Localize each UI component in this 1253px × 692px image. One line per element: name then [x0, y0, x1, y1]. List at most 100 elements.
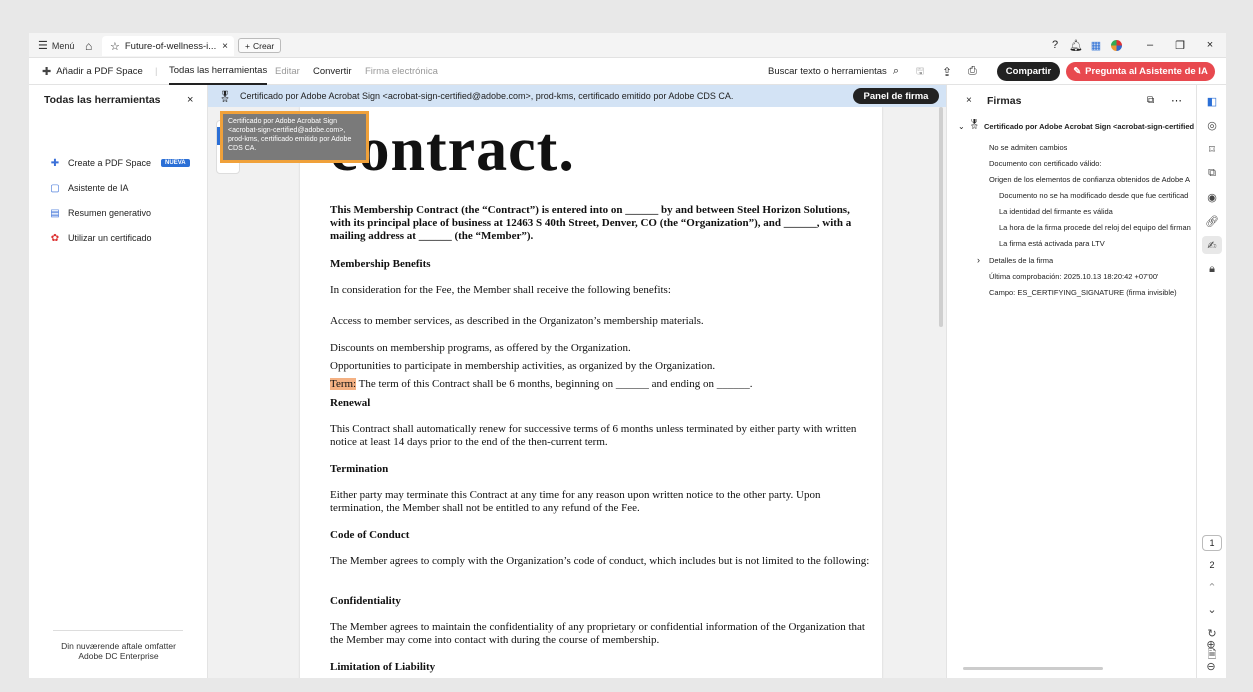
heading-renewal: Renewal [330, 397, 371, 409]
tab-all-tools[interactable]: Todas las herramientas [169, 58, 268, 85]
new-badge: NUEVA [161, 159, 190, 167]
benefits-intro: In consideration for the Fee, the Member… [330, 284, 671, 296]
title-bar: ☰ Menú ⌂ ☆ Future-of-wellness-i... × + C… [29, 33, 1226, 58]
comment-icon[interactable]: ◎ [1202, 116, 1222, 134]
footer-divider [53, 630, 183, 631]
plan-footer: Din nuværende aftale omfatter Adobe DC E… [29, 641, 208, 661]
signature-details-toggle[interactable]: Detalles de la firma [989, 256, 1053, 265]
restore-icon[interactable]: ❐ [1173, 38, 1187, 52]
minimize-icon[interactable]: – [1143, 38, 1157, 52]
summary-icon: ▤ [50, 207, 60, 219]
status-line: Origen de los elementos de confianza obt… [989, 175, 1190, 184]
termination-paragraph: Either party may terminate this Contract… [330, 489, 821, 514]
more-options-icon[interactable]: ⋯ [1171, 94, 1182, 107]
menu-button[interactable]: ☰ Menú [38, 33, 74, 58]
signature-panel-icon[interactable]: ✍︎ [1202, 236, 1222, 254]
document-scrollbar[interactable] [939, 107, 943, 327]
pages-icon[interactable]: ⧉ [1202, 164, 1222, 182]
certificate-banner-text: Certificado por Adobe Acrobat Sign <acro… [239, 91, 734, 101]
field-line: Campo: ES_CERTIFYING_SIGNATURE (firma in… [989, 288, 1177, 297]
panel-horizontal-scrollbar[interactable] [963, 667, 1103, 670]
tool-label: Resumen generativo [68, 208, 152, 218]
heading-liability: Limitation of Liability [330, 661, 436, 673]
last-check-line: Última comprobación: 2025.10.13 18:20:42… [989, 272, 1159, 281]
close-panel-icon[interactable]: × [187, 94, 193, 106]
cert-signature-title[interactable]: Certificado por Adobe Acrobat Sign <acro… [984, 122, 1194, 131]
new-tab-button[interactable]: + Crear [238, 38, 282, 53]
chevron-right-icon[interactable]: › [977, 255, 980, 265]
intro-paragraph: This Membership Contract (the “Contract”… [330, 204, 852, 242]
benefit-1: Access to member services, as described … [330, 315, 704, 327]
chevron-down-icon[interactable]: ⌄ [1202, 600, 1222, 618]
heading-conduct: Code of Conduct [330, 529, 410, 541]
avatar[interactable] [1109, 38, 1123, 52]
toolbar-divider: | [155, 66, 158, 77]
close-signatures-icon[interactable]: × [966, 95, 972, 106]
tool-label: Create a PDF Space [68, 158, 152, 168]
tool-ai-assistant[interactable]: ▢ Asistente de IA [49, 181, 129, 195]
term-paragraph: Term: The term of this Contract shall be… [330, 378, 870, 391]
signature-panel-button[interactable]: Panel de firma [853, 88, 939, 104]
benefit-3: Opportunities to participate in membersh… [330, 360, 716, 372]
ai-assistant-icon[interactable]: ◧ [1202, 92, 1222, 110]
ask-ai-button[interactable]: ✎ Pregunta al Asistente de IA [1066, 62, 1215, 81]
term-highlight: Term: [330, 378, 357, 390]
ai-assistant-icon: ✎ [1073, 66, 1082, 77]
close-tab-icon[interactable]: × [222, 41, 228, 52]
tab-esign[interactable]: Firma electrónica [365, 58, 438, 85]
add-to-pdf-space-button[interactable]: ✚ Añadir a PDF Space [42, 58, 143, 85]
save-icon[interactable]: 🖫︎ [916, 58, 924, 85]
add-to-pdf-space-label: Añadir a PDF Space [56, 66, 143, 77]
certificate-icon: ✿ [50, 232, 60, 244]
share-button[interactable]: Compartir [997, 62, 1060, 81]
tool-label: Asistente de IA [68, 183, 129, 193]
heading-benefits: Membership Benefits [330, 258, 431, 270]
pdf-page: contract. This Membership Contract (the … [300, 107, 882, 678]
document-viewer: contract. This Membership Contract (the … [208, 85, 946, 678]
help-icon[interactable]: ? [1048, 38, 1062, 52]
status-line: Documento con certificado válido: [989, 159, 1102, 168]
confidentiality-paragraph: The Member agrees to maintain the confid… [330, 621, 865, 646]
tab-convert[interactable]: Convertir [313, 58, 352, 85]
print-icon[interactable]: ⎙ [968, 58, 977, 85]
page-1-indicator[interactable]: 1 [1202, 535, 1222, 551]
home-icon[interactable]: ⌂ [85, 33, 92, 58]
certificate-tooltip: Certificado por Adobe Acrobat Sign <acro… [220, 111, 369, 163]
star-icon[interactable]: ☆ [110, 40, 120, 53]
chevron-up-icon[interactable]: ⌃ [1202, 578, 1222, 596]
tool-generative-summary[interactable]: ▤ Resumen generativo [49, 206, 151, 220]
bookmark-icon[interactable]: ⌑ [1202, 140, 1222, 158]
tool-label: Utilizar un certificado [68, 233, 152, 243]
plus-icon: + [245, 40, 250, 51]
tool-create-pdf-space[interactable]: ✚ Create a PDF Space NUEVA [49, 156, 190, 170]
status-subline: La identidad del firmante es válida [999, 207, 1113, 216]
notification-bell-icon[interactable]: 🔔︎ [1069, 38, 1083, 52]
search-tools-button[interactable]: Buscar texto o herramientas ⌕ [768, 58, 899, 85]
tool-use-certificate[interactable]: ✿ Utilizar un certificado [49, 231, 152, 245]
zoom-in-icon[interactable]: ⊕ [1201, 636, 1221, 652]
chevron-down-icon[interactable]: ⌄ [958, 122, 965, 131]
apps-grid-icon[interactable]: ▦ [1089, 38, 1103, 52]
attachment-icon[interactable]: 🔗︎ [1202, 212, 1222, 230]
renewal-paragraph: This Contract shall automatically renew … [330, 423, 857, 448]
tab-edit[interactable]: Editar [275, 58, 300, 85]
status-subline: La firma está activada para LTV [999, 239, 1105, 248]
benefit-2: Discounts on membership programs, as off… [330, 342, 631, 354]
signature-options-icon[interactable]: ⧉ [1147, 95, 1154, 106]
status-line: No se admiten cambios [989, 143, 1068, 152]
close-window-icon[interactable]: × [1203, 38, 1217, 52]
page-2-indicator[interactable]: 2 [1202, 557, 1222, 573]
right-tool-strip: ◧ ◎ ⌑ ⧉ ◉ 🔗︎ ✍︎ 🔒︎ 1 2 ⌃ ⌄ ↻ 🗎︎ [1196, 85, 1226, 678]
certificate-ribbon-icon: 🎖︎ [218, 90, 232, 103]
zoom-out-icon[interactable]: ⊖ [1201, 658, 1221, 674]
lock-icon[interactable]: 🔒︎ [1202, 260, 1222, 278]
hamburger-icon: ☰ [38, 40, 48, 52]
upload-icon[interactable]: ⇪ [942, 58, 952, 85]
document-tab[interactable]: ☆ Future-of-wellness-i... × [102, 36, 234, 56]
main-toolbar: ✚ Añadir a PDF Space | Todas las herrami… [29, 58, 1226, 85]
ask-ai-label: Pregunta al Asistente de IA [1085, 66, 1208, 77]
layers-icon[interactable]: ◉ [1202, 188, 1222, 206]
tools-panel: Todas las herramientas × ✚ Create a PDF … [29, 85, 208, 678]
signatures-title: Firmas [987, 95, 1022, 107]
app-window: ☰ Menú ⌂ ☆ Future-of-wellness-i... × + C… [29, 33, 1226, 678]
